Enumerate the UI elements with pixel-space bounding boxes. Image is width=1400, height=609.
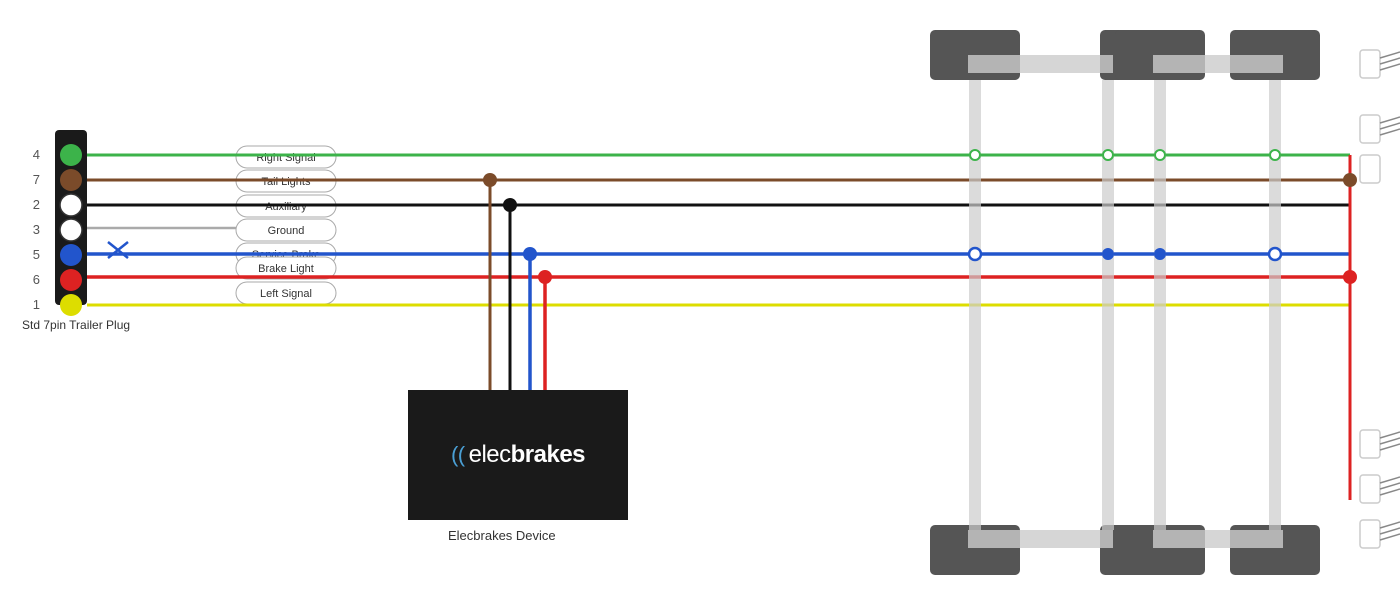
connector-mid bbox=[1360, 155, 1380, 183]
elecbrakes-bold: brakes bbox=[511, 441, 585, 468]
connector-bot-3 bbox=[1360, 520, 1380, 548]
pin-3 bbox=[60, 219, 82, 241]
dot-blue-axle2-right bbox=[1269, 248, 1281, 260]
trailer-plug-label: Std 7pin Trailer Plug bbox=[22, 318, 130, 332]
dot-green-axle1 bbox=[970, 150, 980, 160]
elecbrakes-logo: ((elecbrakes bbox=[451, 441, 585, 469]
pin-number-7: 7 bbox=[33, 172, 40, 187]
connector-top-1 bbox=[1360, 50, 1380, 78]
pin-number-4: 4 bbox=[33, 147, 40, 162]
connector-top-2-lines2 bbox=[1380, 123, 1400, 129]
diagram-container: 4 7 2 3 5 6 1 Right Signal Tail Lights A… bbox=[0, 0, 1400, 609]
label-ground: Ground bbox=[268, 225, 305, 237]
pin-2 bbox=[60, 194, 82, 216]
dot-blue-axle-right bbox=[1102, 248, 1114, 260]
pin-7 bbox=[60, 169, 82, 191]
elecbrakes-device: ((elecbrakes bbox=[408, 390, 628, 520]
connector-bot-3-lines bbox=[1380, 522, 1400, 528]
dot-green-axle4 bbox=[1270, 150, 1280, 160]
connector-top-1-lines2 bbox=[1380, 58, 1400, 64]
device-label: Elecbrakes Device bbox=[448, 528, 556, 543]
pin-number-5: 5 bbox=[33, 247, 40, 262]
pin-5 bbox=[60, 244, 82, 266]
dot-brown-right bbox=[1343, 173, 1357, 187]
connector-top-2-lines bbox=[1380, 117, 1400, 123]
dot-blue-axle2-left bbox=[1154, 248, 1166, 260]
connector-bot-3-lines3 bbox=[1380, 534, 1400, 540]
connector-bot-2 bbox=[1360, 475, 1380, 503]
pin-number-3: 3 bbox=[33, 222, 40, 237]
connector-top-2-lines3 bbox=[1380, 129, 1400, 135]
connector-bot-2-lines bbox=[1380, 477, 1400, 483]
axle-bar-top bbox=[968, 55, 1113, 73]
pin-1 bbox=[60, 294, 82, 316]
connector-top-1-lines bbox=[1380, 52, 1400, 58]
connector-bot-1-lines2 bbox=[1380, 438, 1400, 444]
wave-icon: (( bbox=[451, 442, 465, 467]
pin-number-2: 2 bbox=[33, 197, 40, 212]
connector-bot-1-lines3 bbox=[1380, 444, 1400, 450]
connector-bot-1-lines bbox=[1380, 432, 1400, 438]
pin-6 bbox=[60, 269, 82, 291]
connector-bot-3-lines2 bbox=[1380, 528, 1400, 534]
axle-bar-bottom bbox=[968, 530, 1113, 548]
label-brake-light: Brake Light bbox=[258, 263, 314, 275]
connector-top-2 bbox=[1360, 115, 1380, 143]
connector-bot-2-lines2 bbox=[1380, 483, 1400, 489]
pin-number-6: 6 bbox=[33, 272, 40, 287]
elecbrakes-text: elec bbox=[469, 441, 511, 468]
connector-bot-2-lines3 bbox=[1380, 489, 1400, 495]
label-left-signal: Left Signal bbox=[260, 288, 312, 300]
axle-bar2-bottom bbox=[1153, 530, 1283, 548]
label-auxiliary: Auxiliary bbox=[265, 201, 307, 213]
pin-number-1: 1 bbox=[33, 297, 40, 312]
dot-blue-axle-left bbox=[969, 248, 981, 260]
connector-top-1-lines3 bbox=[1380, 64, 1400, 70]
connector-bot-1 bbox=[1360, 430, 1380, 458]
axle-bar2-top bbox=[1153, 55, 1283, 73]
pin-4 bbox=[60, 144, 82, 166]
dot-green-axle3 bbox=[1155, 150, 1165, 160]
label-tail-lights: Tail Lights bbox=[262, 176, 311, 188]
dot-green-axle2 bbox=[1103, 150, 1113, 160]
